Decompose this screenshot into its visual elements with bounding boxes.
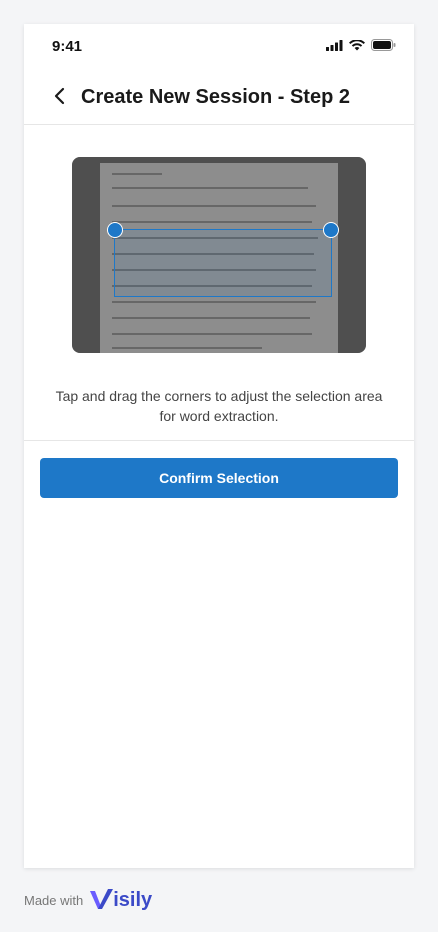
battery-icon <box>371 39 396 51</box>
signal-icon <box>326 39 343 51</box>
visily-logo-icon <box>90 889 114 909</box>
app-header: Create New Session - Step 2 <box>24 68 414 125</box>
selection-box[interactable] <box>114 229 332 297</box>
status-icons <box>326 39 396 51</box>
crop-handle-top-right[interactable] <box>323 222 339 238</box>
chevron-left-icon <box>54 87 65 105</box>
crop-handle-top-left[interactable] <box>107 222 123 238</box>
wifi-icon <box>349 39 365 50</box>
visily-logo-text: isily <box>113 888 153 911</box>
document-photo <box>72 157 366 353</box>
phone-screen: 9:41 Create New Session - Step 2 Tap and… <box>24 24 414 868</box>
status-bar: 9:41 <box>24 24 414 68</box>
made-with-badge[interactable]: Made with isily <box>24 884 152 916</box>
divider <box>24 440 414 441</box>
status-time: 9:41 <box>52 38 83 55</box>
made-with-label: Made with <box>24 892 84 908</box>
instruction-text: Tap and drag the corners to adjust the s… <box>55 388 383 424</box>
confirm-selection-button[interactable]: Confirm Selection <box>40 458 398 498</box>
visily-logo: isily <box>89 888 152 912</box>
page-title: Create New Session - Step 2 <box>81 86 350 108</box>
back-button[interactable] <box>48 84 72 108</box>
